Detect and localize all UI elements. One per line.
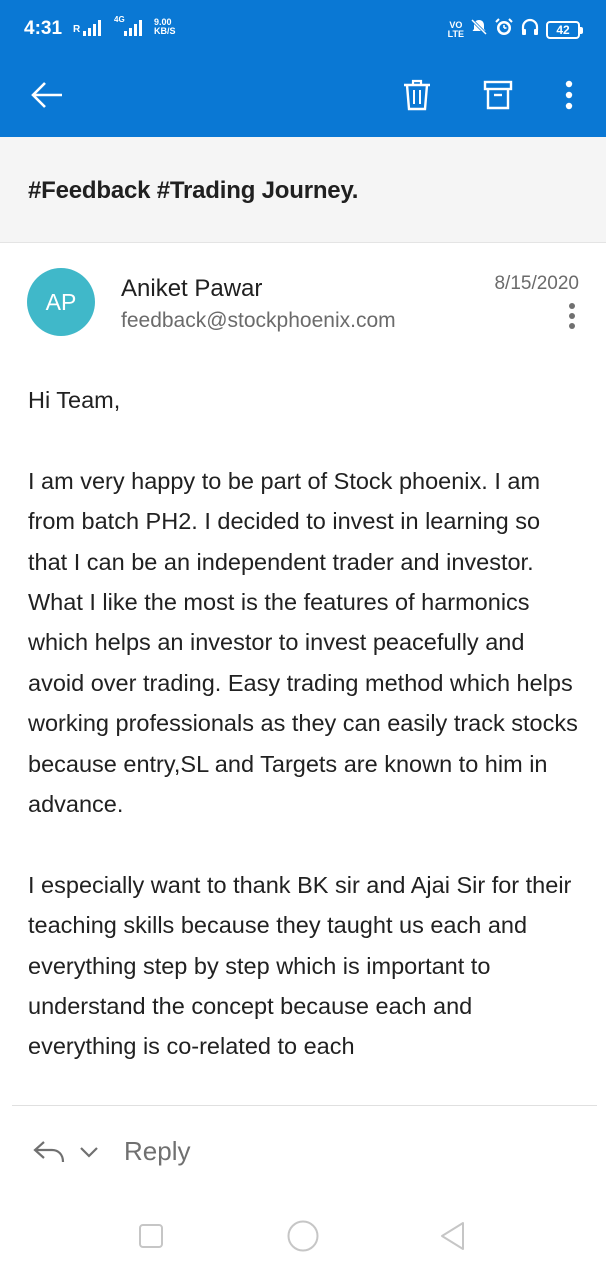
sender-email[interactable]: feedback@stockphoenix.com: [121, 309, 396, 333]
status-bar: 4:31 R 4G 9.00 KB/S VO LTE 42: [0, 0, 606, 58]
triangle-back-icon: [438, 1220, 468, 1257]
volte-bottom: LTE: [447, 28, 464, 39]
signal-bars-icon: [83, 20, 101, 36]
message-more-button[interactable]: [558, 300, 586, 336]
battery-icon: 42: [546, 20, 583, 39]
reply-bar: Reply: [0, 1120, 606, 1190]
home-button[interactable]: [283, 1218, 323, 1258]
roaming-label: R: [73, 24, 81, 35]
status-time: 4:31: [24, 18, 63, 39]
more-options-button[interactable]: [542, 70, 596, 124]
trash-icon: [402, 78, 432, 117]
toolbar: [0, 58, 606, 137]
system-back-button[interactable]: [433, 1218, 473, 1258]
more-vertical-icon: [568, 302, 576, 335]
more-vertical-icon: [564, 80, 574, 115]
network-speed-unit: KB/S: [154, 26, 176, 36]
status-icons: VO LTE 42: [447, 17, 583, 42]
circle-icon: [286, 1219, 320, 1258]
archive-icon: [483, 79, 513, 116]
avatar[interactable]: AP: [27, 268, 95, 336]
recents-button[interactable]: [131, 1218, 171, 1258]
sender-name[interactable]: Aniket Pawar: [121, 275, 262, 303]
reply-icon[interactable]: [32, 1138, 66, 1166]
subject-bar: #Feedback #Trading Journey.: [0, 137, 606, 243]
app-header: 4:31 R 4G 9.00 KB/S VO LTE 42: [0, 0, 606, 137]
archive-button[interactable]: [471, 70, 525, 124]
arrow-left-icon: [30, 81, 64, 114]
divider: [12, 1105, 597, 1106]
square-icon: [138, 1223, 164, 1254]
body-paragraph: I especially want to thank BK sir and Aj…: [28, 871, 572, 1060]
body-paragraph: I am very happy to be part of Stock phoe…: [28, 467, 578, 818]
network-speed: 9.00 KB/S: [154, 18, 176, 36]
volte-indicator: VO LTE: [447, 20, 464, 39]
headphones-icon: [520, 17, 540, 42]
email-body[interactable]: Hi Team, I am very happy to be part of S…: [0, 380, 606, 1106]
signal-bars-icon: [124, 20, 142, 36]
chevron-down-icon[interactable]: [76, 1142, 102, 1162]
back-button[interactable]: [20, 70, 74, 124]
alarm-icon: [494, 17, 514, 42]
mute-icon: [470, 18, 488, 41]
delete-button[interactable]: [390, 70, 444, 124]
body-paragraph: Hi Team,: [28, 387, 121, 413]
email-subject: #Feedback #Trading Journey.: [28, 177, 359, 204]
email-date: 8/15/2020: [494, 273, 579, 294]
reply-button[interactable]: Reply: [124, 1136, 190, 1167]
system-navigation-bar: [0, 1196, 606, 1280]
